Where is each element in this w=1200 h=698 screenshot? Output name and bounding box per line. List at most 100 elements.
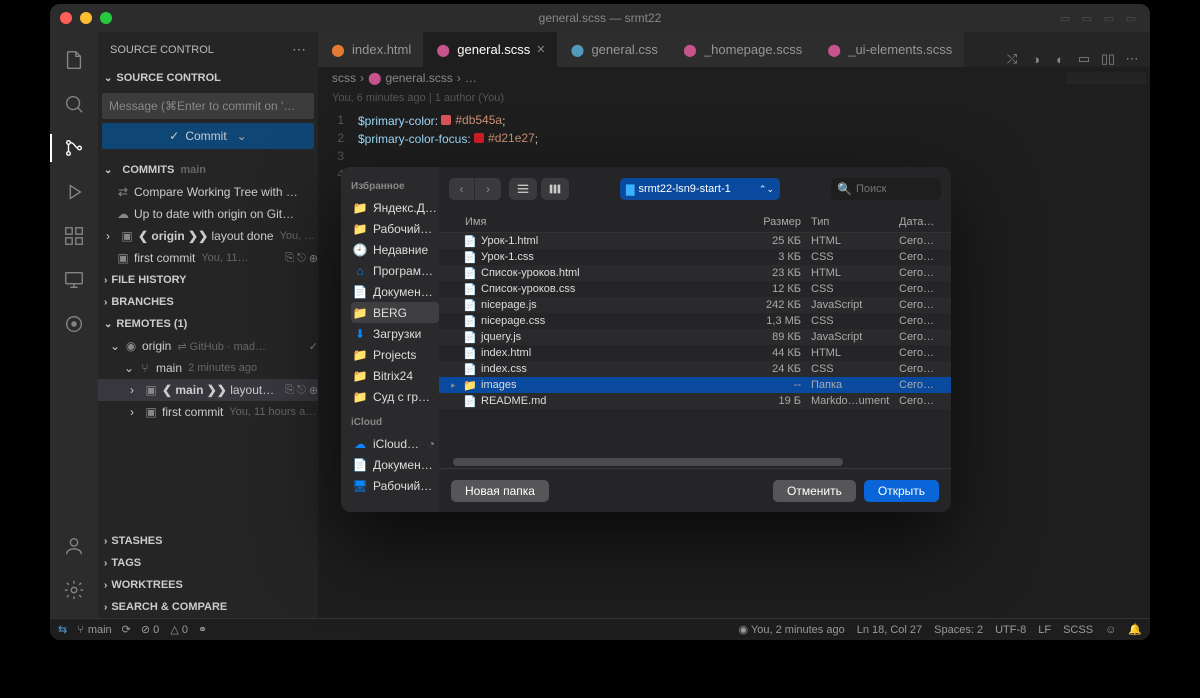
layout-left-icon[interactable]: ▭ bbox=[1056, 11, 1074, 25]
sidebar-item-Програм…[interactable]: ⌂Програм… bbox=[351, 260, 439, 281]
split-icon[interactable]: ▯▯ bbox=[1100, 51, 1116, 67]
file-row[interactable]: 📄jquery.js89 КБJavaScriptСего… bbox=[439, 329, 951, 345]
breadcrumb[interactable]: scss› ⬤ general.scss›… bbox=[318, 67, 1150, 89]
remote-explorer-icon[interactable] bbox=[50, 260, 98, 300]
source-control-icon[interactable] bbox=[50, 128, 98, 168]
search-field[interactable]: 🔍 bbox=[831, 178, 941, 200]
book-icon[interactable]: ▭ bbox=[1076, 51, 1092, 67]
status-blame[interactable]: ◉ You, 2 minutes ago bbox=[738, 623, 844, 636]
section-branches[interactable]: ›BRANCHES bbox=[98, 291, 318, 313]
file-row[interactable]: 📄README.md19 БMarkdo…umentСего… bbox=[439, 393, 951, 409]
layout-grid-icon[interactable]: ▭ bbox=[1122, 11, 1140, 25]
remote-commit-1[interactable]: ›▣first commitYou, 11 hours a… bbox=[98, 401, 318, 423]
sidebar-item-Рабочий…[interactable]: 🖥Рабочий… bbox=[351, 475, 439, 496]
file-row[interactable]: ▸📁images--ПапкаСего… bbox=[439, 377, 951, 393]
tab-_ui-elements.scss[interactable]: ⬤_ui-elements.scss bbox=[814, 32, 964, 67]
close-window-button[interactable] bbox=[60, 12, 72, 24]
settings-icon[interactable] bbox=[50, 570, 98, 610]
section-file-history[interactable]: ›FILE HISTORY bbox=[98, 269, 318, 291]
sidebar-item-Докумен…[interactable]: 📄Докумен… bbox=[351, 281, 439, 302]
layout-bottom-icon[interactable]: ▭ bbox=[1078, 11, 1096, 25]
status-port[interactable]: ⚭ bbox=[198, 623, 207, 636]
horizontal-scrollbar[interactable] bbox=[453, 458, 843, 466]
layout-right-icon[interactable]: ▭ bbox=[1100, 11, 1118, 25]
sidebar-item-Яндекс.Д…[interactable]: 📁Яндекс.Д… bbox=[351, 197, 439, 218]
sidebar-item-Докумен…[interactable]: 📄Докумен… bbox=[351, 454, 439, 475]
minimap[interactable] bbox=[1066, 72, 1146, 132]
file-row[interactable]: 📄nicepage.css1,3 МБCSSСего… bbox=[439, 313, 951, 329]
up-to-date[interactable]: ☁Up to date with origin on Git… bbox=[98, 203, 318, 225]
sidebar-item-Projects[interactable]: 📁Projects bbox=[351, 344, 439, 365]
section-stashes[interactable]: ›STASHES bbox=[98, 530, 318, 552]
more-icon[interactable]: ⋯ bbox=[1124, 51, 1140, 67]
column-view-button[interactable] bbox=[541, 178, 569, 200]
remote-indicator[interactable]: ⇆ bbox=[58, 623, 67, 636]
tab-_homepage.scss[interactable]: ⬤_homepage.scss bbox=[670, 32, 814, 67]
section-search-compare[interactable]: ›SEARCH & COMPARE bbox=[98, 596, 318, 618]
remote-commit-0[interactable]: ›▣❮ main ❯❯ layout…⎘⎋⊕ bbox=[98, 379, 318, 401]
file-row[interactable]: 📄index.css24 КБCSSСего… bbox=[439, 361, 951, 377]
account-icon[interactable] bbox=[50, 526, 98, 566]
maximize-window-button[interactable] bbox=[100, 12, 112, 24]
file-row[interactable]: 📄Урок-1.html25 КБHTMLСего… bbox=[439, 233, 951, 249]
sidebar-item-BERG[interactable]: 📁BERG bbox=[351, 302, 439, 323]
commit-message-input[interactable]: Message (⌘Enter to commit on '… bbox=[102, 93, 314, 119]
minimize-window-button[interactable] bbox=[80, 12, 92, 24]
cancel-button[interactable]: Отменить bbox=[773, 480, 856, 502]
search-icon[interactable] bbox=[50, 84, 98, 124]
sidebar-item-Рабочий…[interactable]: 📁Рабочий… bbox=[351, 218, 439, 239]
tab-index.html[interactable]: ⬤index.html bbox=[318, 32, 423, 67]
commit-button[interactable]: ✓ Commit bbox=[102, 123, 314, 149]
open-button[interactable]: Открыть bbox=[864, 480, 939, 502]
compare-icon[interactable]: ⤭ bbox=[1004, 51, 1020, 67]
sidebar-item-iCloud…[interactable]: ☁iCloud…◔ bbox=[351, 433, 439, 454]
commit-row-0[interactable]: ›▣❮ origin ❯❯ layout doneYou, … bbox=[98, 225, 318, 247]
status-problems[interactable]: ⊘ 0 △ 0 bbox=[141, 623, 188, 636]
debug-icon[interactable] bbox=[50, 172, 98, 212]
explorer-icon[interactable] bbox=[50, 40, 98, 80]
sidebar-item-Суд с гр…[interactable]: 📁Суд с гр… bbox=[351, 386, 439, 407]
section-commits[interactable]: ⌄COMMITS main bbox=[98, 159, 318, 181]
toggle-icon[interactable]: ◑ bbox=[1028, 51, 1044, 67]
tab-general.css[interactable]: ⬤general.css bbox=[557, 32, 669, 67]
nav-back-button[interactable]: ‹ bbox=[449, 178, 475, 200]
compare-working-tree[interactable]: ⇄Compare Working Tree with … bbox=[98, 181, 318, 203]
remote-branch-main[interactable]: ⌄⑂main2 minutes ago bbox=[98, 357, 318, 379]
sidebar-item-Недавние[interactable]: 🕘Недавние bbox=[351, 239, 439, 260]
status-feedback[interactable]: ☺ bbox=[1105, 624, 1116, 636]
status-bell[interactable]: 🔔 bbox=[1128, 623, 1142, 636]
status-spaces[interactable]: Spaces: 2 bbox=[934, 624, 983, 636]
file-row[interactable]: 📄Урок-1.css3 КБCSSСего… bbox=[439, 249, 951, 265]
file-row[interactable]: 📄Список-уроков.html23 КБHTMLСего… bbox=[439, 265, 951, 281]
status-eol[interactable]: LF bbox=[1038, 624, 1051, 636]
file-row[interactable]: 📄Список-уроков.css12 КБCSSСего… bbox=[439, 281, 951, 297]
status-sync[interactable]: ⟳ bbox=[122, 623, 131, 636]
file-row[interactable]: 📄index.html44 КБHTMLСего… bbox=[439, 345, 951, 361]
section-worktrees[interactable]: ›WORKTREES bbox=[98, 574, 318, 596]
close-tab-icon[interactable]: ✕ bbox=[536, 43, 545, 56]
commit-row-1[interactable]: ▣first commitYou, 11…⎘⎋⊕ bbox=[98, 247, 318, 269]
search-input[interactable] bbox=[856, 183, 926, 195]
path-dropdown[interactable]: ▇ srmt22-lsn9-start-1 ⌃⌄ bbox=[620, 178, 780, 200]
sidebar-item-Bitrix24[interactable]: 📁Bitrix24 bbox=[351, 365, 439, 386]
nav-forward-button[interactable]: › bbox=[475, 178, 501, 200]
new-folder-button[interactable]: Новая папка bbox=[451, 480, 549, 502]
status-encoding[interactable]: UTF-8 bbox=[995, 624, 1026, 636]
status-lang[interactable]: SCSS bbox=[1063, 624, 1093, 636]
extensions-icon[interactable] bbox=[50, 216, 98, 256]
remote-origin[interactable]: ⌄◉origin⇌ GitHub · mad…✓ bbox=[98, 335, 318, 357]
file-row[interactable]: 📄nicepage.js242 КБJavaScriptСего… bbox=[439, 297, 951, 313]
section-source-control[interactable]: ⌄SOURCE CONTROL bbox=[98, 67, 318, 89]
section-tags[interactable]: ›TAGS bbox=[98, 552, 318, 574]
status-branch[interactable]: ⑂ main bbox=[77, 624, 111, 636]
list-view-button[interactable] bbox=[509, 178, 537, 200]
status-position[interactable]: Ln 18, Col 27 bbox=[857, 624, 922, 636]
graph-icon[interactable]: ◐ bbox=[1052, 51, 1068, 67]
section-remotes[interactable]: ⌄REMOTES (1) bbox=[98, 313, 318, 335]
gitlens-icon[interactable] bbox=[50, 304, 98, 344]
sidebar-more-icon[interactable]: ⋯ bbox=[292, 41, 306, 58]
tab-general.scss[interactable]: ⬤general.scss✕ bbox=[423, 32, 557, 67]
sidebar-item-Загрузки[interactable]: ⬇Загрузки bbox=[351, 323, 439, 344]
file-icon: ⬤ bbox=[569, 42, 585, 58]
file-table-header[interactable]: Имя Размер Тип Дата… bbox=[439, 211, 951, 233]
